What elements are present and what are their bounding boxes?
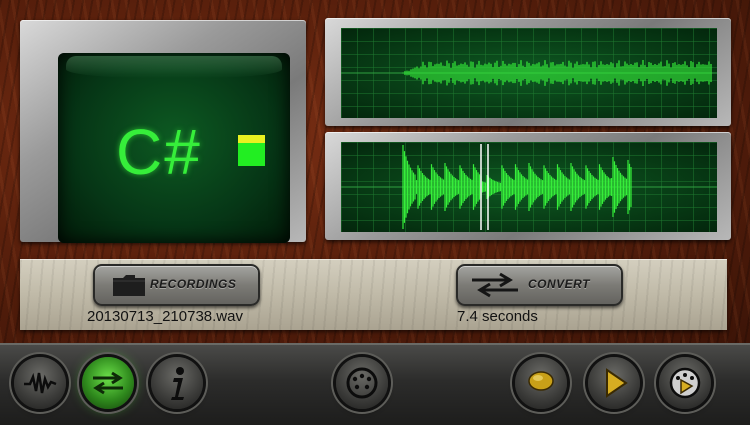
recording-duration: 7.4 seconds bbox=[457, 308, 538, 325]
midi-icon bbox=[346, 367, 378, 399]
convert-arrows-icon bbox=[472, 272, 518, 298]
play-midi-button[interactable] bbox=[659, 357, 711, 409]
recorded-waveform-bezel bbox=[325, 132, 731, 240]
convert-mode-button[interactable] bbox=[82, 357, 134, 409]
screen-glare bbox=[66, 56, 282, 78]
convert-button[interactable]: CONVERT bbox=[456, 264, 623, 306]
recording-filename: 20130713_210738.wav bbox=[87, 308, 243, 325]
recorded-waveform-svg bbox=[341, 142, 717, 232]
convert-arrows-icon bbox=[93, 371, 123, 395]
signal-level-peak bbox=[238, 135, 265, 143]
info-icon bbox=[171, 367, 184, 400]
waveform-button[interactable] bbox=[14, 357, 66, 409]
record-button[interactable] bbox=[515, 357, 567, 409]
midi-button[interactable] bbox=[336, 357, 388, 409]
recorded-waveform-display[interactable] bbox=[341, 142, 717, 232]
play-midi-icon bbox=[669, 367, 701, 399]
note-display-bezel: C# bbox=[20, 20, 306, 243]
detected-note: C# bbox=[116, 116, 202, 188]
live-waveform-svg bbox=[341, 28, 717, 118]
waveform-icon bbox=[24, 372, 57, 394]
folder-icon bbox=[113, 275, 145, 296]
convert-label: CONVERT bbox=[528, 277, 590, 291]
live-waveform-display bbox=[341, 28, 717, 118]
recordings-button[interactable]: RECORDINGS bbox=[93, 264, 260, 306]
record-icon bbox=[528, 371, 554, 391]
recordings-label: RECORDINGS bbox=[150, 277, 237, 291]
play-icon bbox=[606, 368, 628, 398]
info-button[interactable] bbox=[151, 357, 203, 409]
note-display: C# bbox=[58, 53, 290, 243]
live-waveform-bezel bbox=[325, 18, 731, 126]
play-button[interactable] bbox=[588, 357, 640, 409]
